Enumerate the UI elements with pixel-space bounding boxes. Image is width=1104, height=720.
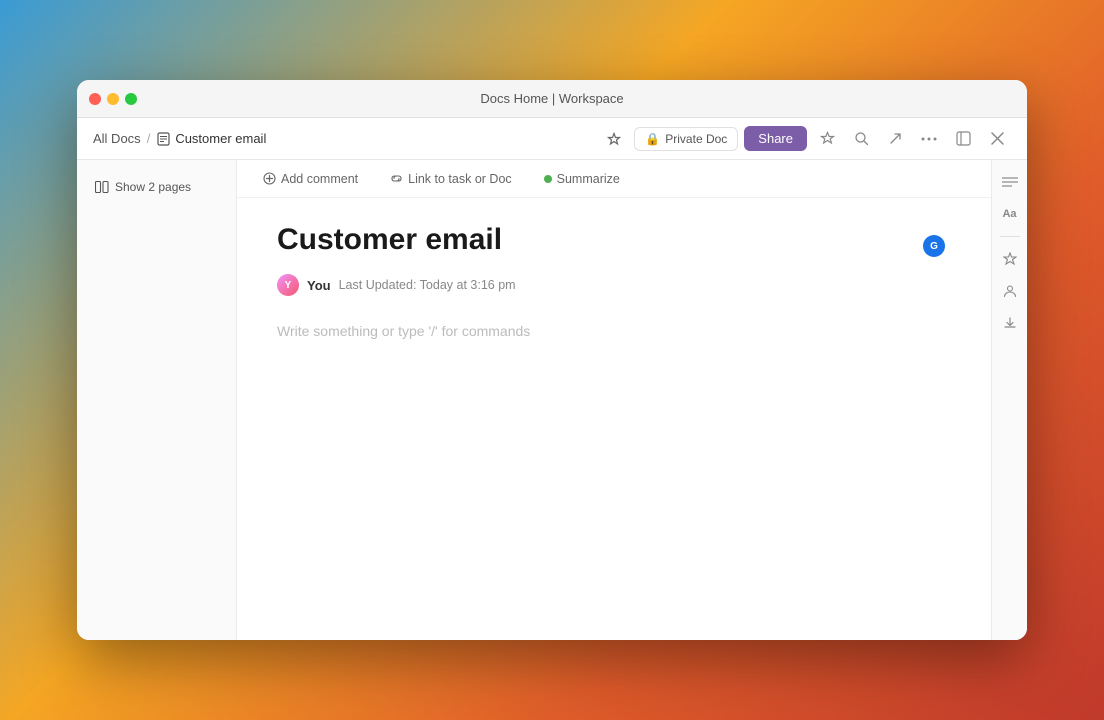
more-button[interactable] (915, 125, 943, 153)
close-button[interactable] (89, 93, 101, 105)
person-icon[interactable] (996, 277, 1024, 305)
summarize-dot-icon (544, 175, 552, 183)
doc-meta: Y You Last Updated: Today at 3:16 pm (277, 274, 951, 296)
right-sidebar: Aa (991, 160, 1027, 640)
pin-button[interactable] (600, 125, 628, 153)
font-label: Aa (1002, 208, 1016, 220)
layout-toggle-icon[interactable] (996, 168, 1024, 196)
share-button[interactable]: Share (744, 126, 807, 151)
download-icon[interactable] (996, 309, 1024, 337)
window-title: Docs Home | Workspace (480, 91, 623, 106)
toolbar-actions: 🔒 Private Doc Share (600, 125, 1011, 153)
close-window-button[interactable] (983, 125, 1011, 153)
add-comment-label: Add comment (281, 172, 358, 186)
traffic-lights (89, 93, 137, 105)
breadcrumb-separator: / (147, 131, 151, 146)
private-doc-label: Private Doc (665, 132, 727, 146)
breadcrumb-all-docs[interactable]: All Docs (93, 131, 141, 146)
right-sidebar-divider-1 (1000, 236, 1020, 237)
titlebar: Docs Home | Workspace (77, 80, 1027, 118)
search-button[interactable] (847, 125, 875, 153)
star-button[interactable] (813, 125, 841, 153)
maximize-button[interactable] (125, 93, 137, 105)
ai-indicator[interactable]: G (923, 235, 945, 257)
editor-area: Add comment Link to task or Doc Summariz… (237, 160, 991, 640)
author-name: You (307, 278, 331, 293)
show-pages-button[interactable]: Show 2 pages (89, 176, 197, 198)
summarize-button[interactable]: Summarize (538, 168, 626, 190)
lock-icon: 🔒 (645, 132, 660, 146)
doc-icon (156, 132, 170, 146)
main-area: Show 2 pages Add comment (77, 160, 1027, 640)
editor-toolbar: Add comment Link to task or Doc Summariz… (237, 160, 991, 198)
app-window: Docs Home | Workspace All Docs / Custome… (77, 80, 1027, 640)
left-sidebar: Show 2 pages (77, 160, 237, 640)
collapse-button[interactable] (949, 125, 977, 153)
last-updated-text: Last Updated: Today at 3:16 pm (339, 278, 516, 292)
show-pages-label: Show 2 pages (115, 180, 191, 194)
minimize-button[interactable] (107, 93, 119, 105)
export-button[interactable] (881, 125, 909, 153)
avatar: Y (277, 274, 299, 296)
font-icon[interactable]: Aa (996, 200, 1024, 228)
link-task-button[interactable]: Link to task or Doc (384, 168, 518, 190)
doc-title: Customer email (277, 222, 951, 258)
editor-placeholder[interactable]: Write something or type '/' for commands (277, 320, 951, 342)
link-task-label: Link to task or Doc (408, 172, 512, 186)
summarize-label: Summarize (557, 172, 620, 186)
right-sidebar-star-icon[interactable] (996, 245, 1024, 273)
breadcrumb: All Docs / Customer email (93, 131, 592, 146)
current-doc-name: Customer email (175, 131, 266, 146)
editor-content[interactable]: Customer email Y You Last Updated: Today… (237, 198, 991, 640)
add-comment-button[interactable]: Add comment (257, 168, 364, 190)
breadcrumb-current-doc: Customer email (156, 131, 266, 146)
top-toolbar: All Docs / Customer email (77, 118, 1027, 160)
private-doc-button[interactable]: 🔒 Private Doc (634, 127, 738, 151)
